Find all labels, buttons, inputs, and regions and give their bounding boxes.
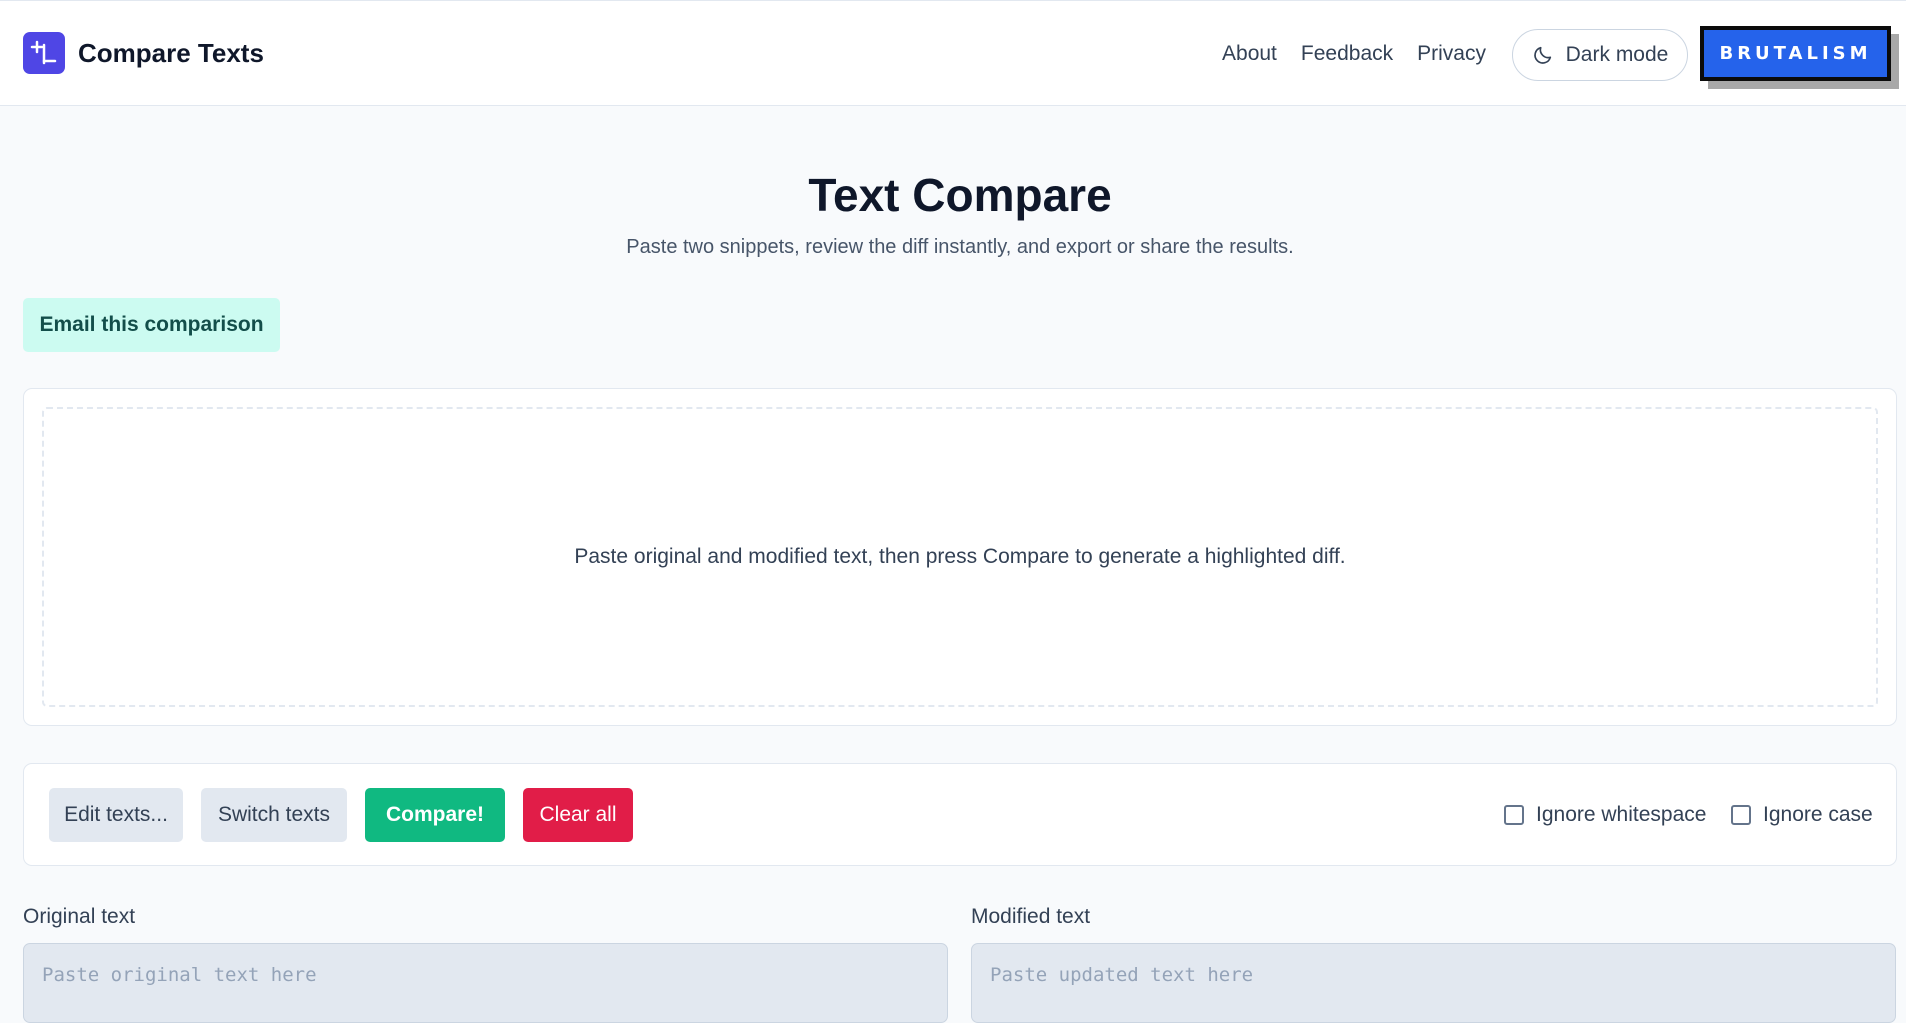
ignore-case-label: Ignore case	[1763, 803, 1873, 826]
nav-about-link[interactable]: About	[1222, 42, 1277, 66]
compare-toolbar: Edit texts... Switch texts Compare! Clea…	[23, 763, 1897, 866]
compare-button[interactable]: Compare!	[365, 788, 505, 842]
page-title: Text Compare	[808, 169, 1112, 221]
original-text-label: Original text	[23, 905, 136, 928]
nav-feedback-link[interactable]: Feedback	[1301, 42, 1393, 66]
ignore-whitespace-checkbox[interactable]	[1504, 805, 1524, 825]
diff-empty-message: Paste original and modified text, then p…	[574, 545, 1346, 568]
ignore-whitespace-label: Ignore whitespace	[1536, 803, 1707, 826]
brutalism-theme-button[interactable]: BRUTALISM	[1700, 26, 1891, 81]
moon-icon	[1533, 46, 1551, 64]
modified-text-label: Modified text	[971, 905, 1091, 928]
diff-placeholder-area: Paste original and modified text, then p…	[42, 407, 1878, 707]
edit-texts-button[interactable]: Edit texts...	[49, 788, 183, 842]
ignore-whitespace-option[interactable]: Ignore whitespace	[1504, 788, 1706, 842]
ignore-case-checkbox[interactable]	[1731, 805, 1751, 825]
app-title: Compare Texts	[78, 37, 264, 68]
ignore-case-option[interactable]: Ignore case	[1731, 788, 1873, 842]
page-subtitle: Paste two snippets, review the diff inst…	[626, 236, 1294, 258]
email-comparison-button[interactable]: Email this comparison	[23, 298, 280, 352]
brand-link[interactable]: Compare Texts	[23, 32, 264, 74]
dark-mode-toggle[interactable]: Dark mode	[1512, 29, 1688, 81]
switch-texts-button[interactable]: Switch texts	[201, 788, 347, 842]
dark-mode-label: Dark mode	[1565, 43, 1669, 66]
top-header: Compare Texts About Feedback Privacy Dar…	[0, 0, 1906, 106]
diff-output-panel: Paste original and modified text, then p…	[23, 388, 1897, 726]
nav-privacy-link[interactable]: Privacy	[1417, 42, 1486, 66]
original-text-input[interactable]	[23, 943, 948, 1023]
clear-all-button[interactable]: Clear all	[523, 788, 633, 842]
compare-logo-icon	[23, 32, 65, 74]
modified-text-input[interactable]	[971, 943, 1896, 1023]
main-nav: About Feedback Privacy	[1222, 1, 1486, 107]
